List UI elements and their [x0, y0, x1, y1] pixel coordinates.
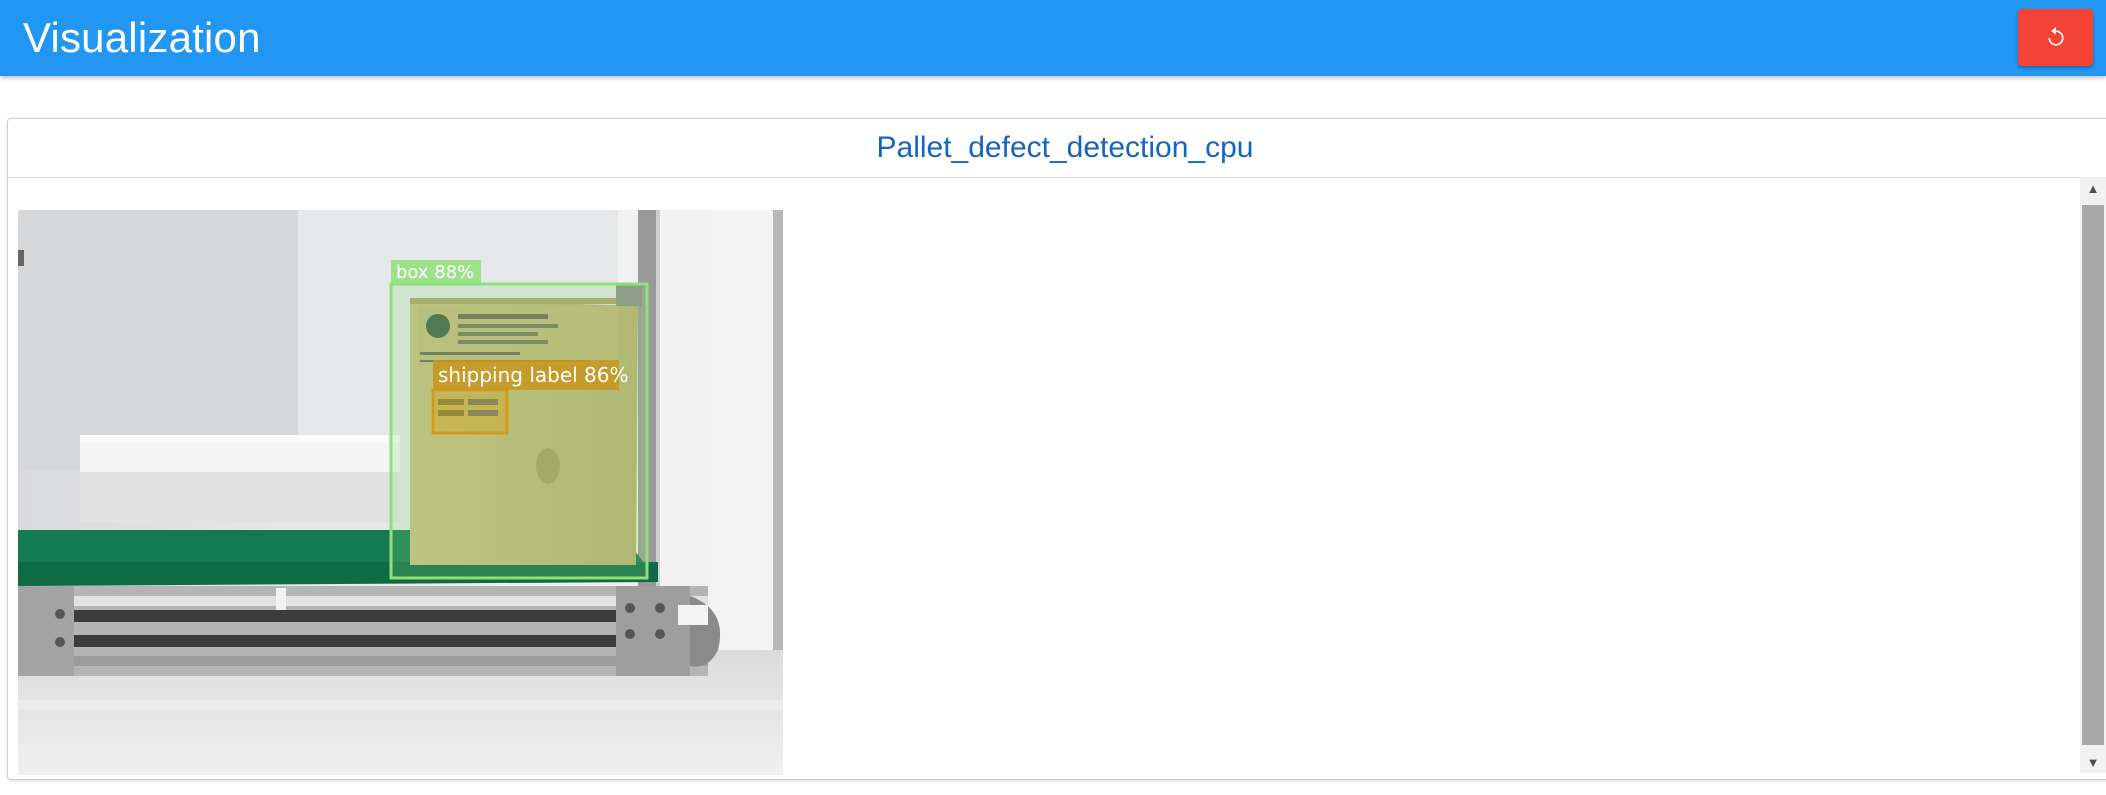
panel-title: Pallet_defect_detection_cpu — [876, 131, 1254, 164]
vertical-scrollbar[interactable]: ▲ ▼ — [2080, 177, 2106, 773]
panel-header: Pallet_defect_detection_cpu — [8, 119, 2106, 178]
app-title: Visualization — [23, 14, 261, 61]
reset-button[interactable] — [2018, 9, 2093, 66]
refresh-icon — [2047, 26, 2064, 46]
video-frame: box 88% shipping label 86% — [18, 210, 783, 775]
scrollbar-thumb[interactable] — [2082, 205, 2104, 745]
box-detection-label: box 88% — [396, 262, 474, 283]
scroll-down-arrow-icon[interactable]: ▼ — [2080, 751, 2106, 773]
app-bar: Visualization — [0, 0, 2106, 76]
stream-panel: Pallet_defect_detection_cpu box 88% ship… — [7, 118, 2106, 780]
panel-body: box 88% shipping label 86% — [8, 178, 2082, 778]
video-frame-image: box 88% shipping label 86% — [18, 210, 783, 775]
shipping-label-detection-label: shipping label 86% — [438, 363, 629, 387]
scroll-up-arrow-icon[interactable]: ▲ — [2080, 177, 2106, 199]
